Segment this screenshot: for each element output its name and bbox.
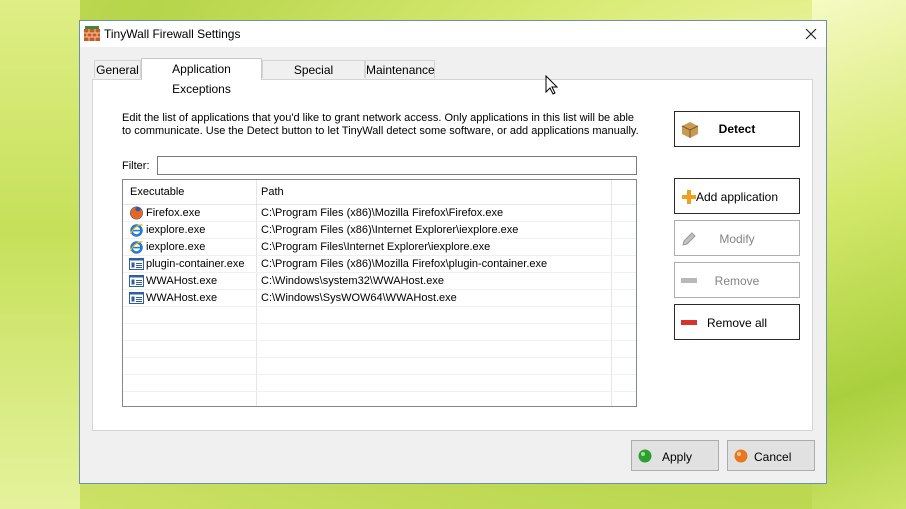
column-header-path[interactable]: Path [261, 186, 284, 198]
executable-name: iexplore.exe [146, 224, 206, 236]
list-item[interactable]: iexplore.exe C:\Program Files\Internet E… [123, 239, 636, 256]
empty-row [123, 341, 636, 358]
mouse-pointer-icon [545, 75, 559, 95]
firefox-icon [130, 206, 143, 220]
remove-button[interactable]: Remove [674, 262, 800, 298]
application-exceptions-panel: Edit the list of applications that you'd… [92, 79, 813, 431]
settings-window: TinyWall Firewall Settings General Appli… [79, 20, 827, 484]
executable-name: WWAHost.exe [146, 292, 218, 304]
executable-path: C:\Program Files (x86)\Mozilla Firefox\F… [261, 207, 504, 219]
desktop-background-left [0, 0, 80, 509]
empty-row [123, 324, 636, 341]
green-circle-icon [638, 449, 652, 463]
apply-button[interactable]: Apply [631, 440, 719, 471]
list-item[interactable]: Firefox.exe C:\Program Files (x86)\Mozil… [123, 205, 636, 222]
window-app-icon [129, 275, 144, 287]
add-application-button[interactable]: Add application [674, 178, 800, 214]
empty-row [123, 358, 636, 375]
add-application-label: Add application [695, 190, 779, 204]
window-title: TinyWall Firewall Settings [104, 27, 241, 41]
executable-name: iexplore.exe [146, 241, 206, 253]
window-app-icon [129, 258, 144, 270]
internet-explorer-icon [129, 241, 143, 254]
list-item[interactable]: iexplore.exe C:\Program Files (x86)\Inte… [123, 222, 636, 239]
executable-path: C:\Program Files (x86)\Mozilla Firefox\p… [261, 258, 548, 270]
tab-special-exceptions[interactable]: Special Exceptions [262, 60, 365, 95]
brick-wall-icon [84, 26, 100, 41]
list-item[interactable]: plugin-container.exe C:\Program Files (x… [123, 256, 636, 273]
description-text: Edit the list of applications that you'd… [122, 112, 639, 137]
close-icon [805, 28, 817, 40]
empty-row [123, 375, 636, 392]
remove-label: Remove [714, 274, 760, 288]
list-item[interactable]: WWAHost.exe C:\Windows\SysWOW64\WWAHost.… [123, 290, 636, 307]
filter-label: Filter: [122, 160, 150, 172]
filter-input[interactable] [157, 156, 637, 175]
close-button[interactable] [796, 21, 826, 47]
modify-button[interactable]: Modify [674, 220, 800, 256]
executable-path: C:\Program Files (x86)\Internet Explorer… [261, 224, 519, 236]
remove-all-label: Remove all [706, 316, 768, 330]
executable-path: C:\Windows\SysWOW64\WWAHost.exe [261, 292, 457, 304]
title-bar[interactable]: TinyWall Firewall Settings [80, 21, 826, 47]
executable-name: plugin-container.exe [146, 258, 245, 270]
tab-general[interactable]: General [94, 60, 141, 78]
cancel-button[interactable]: Cancel [727, 440, 815, 471]
apply-label: Apply [662, 450, 693, 464]
detect-button[interactable]: Detect [674, 111, 800, 147]
internet-explorer-icon [129, 224, 143, 237]
modify-label: Modify [719, 232, 755, 246]
list-item[interactable]: WWAHost.exe C:\Windows\system32\WWAHost.… [123, 273, 636, 290]
detect-label: Detect [718, 122, 756, 136]
cancel-label: Cancel [754, 450, 792, 464]
applications-list[interactable]: Executable Path Firefox.exe C:\Program F… [122, 179, 637, 407]
orange-circle-icon [734, 449, 748, 463]
executable-path: C:\Windows\system32\WWAHost.exe [261, 275, 444, 287]
column-header-executable[interactable]: Executable [130, 186, 184, 198]
list-header: Executable Path [123, 180, 636, 205]
tab-application-exceptions[interactable]: Application Exceptions [141, 58, 262, 96]
executable-path: C:\Program Files\Internet Explorer\iexpl… [261, 241, 491, 253]
executable-name: Firefox.exe [146, 207, 201, 219]
executable-name: WWAHost.exe [146, 275, 218, 287]
window-app-icon [129, 292, 144, 304]
empty-row [123, 307, 636, 324]
tab-maintenance[interactable]: Maintenance [365, 60, 435, 78]
remove-all-button[interactable]: Remove all [674, 304, 800, 340]
